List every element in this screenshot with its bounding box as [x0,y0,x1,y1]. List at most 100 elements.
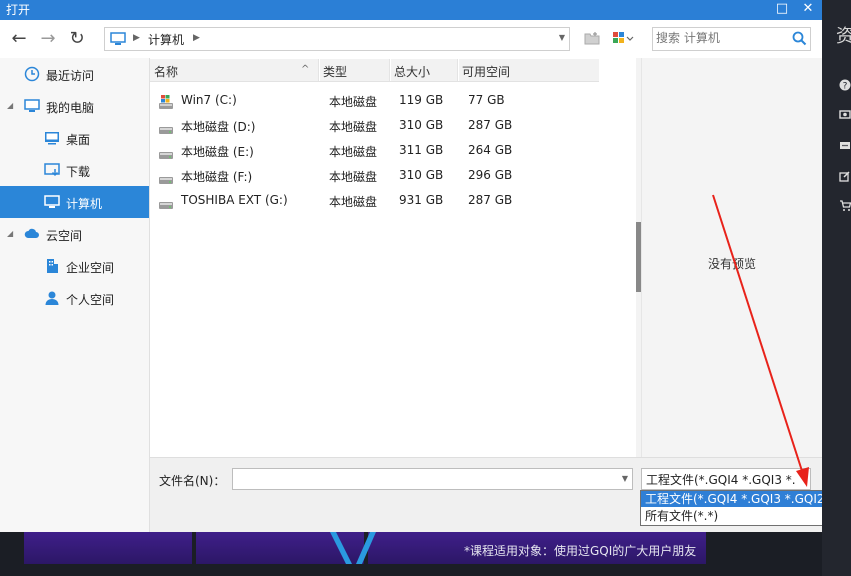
filename-label: 文件名(N)： [159,474,226,488]
filename-combobox[interactable]: ▼ [232,468,633,490]
desktop-icon [44,130,60,146]
maximize-button[interactable]: □ [770,0,794,20]
file-name: 本地磁盘 (D:) [181,120,256,134]
sidebar-item-label: 云空间 [46,229,83,243]
expand-icon[interactable]: ◢ [7,101,13,110]
help-icon[interactable]: ? [838,79,851,92]
search-box[interactable] [652,27,811,51]
sidebar-item-label: 个人空间 [66,293,115,307]
free-space: 264 GB [468,143,513,157]
clock-icon [24,66,40,82]
column-divider[interactable] [318,59,320,81]
sidebar-item-enterprise-space[interactable]: 企业空间 [0,250,149,282]
breadcrumb-separator[interactable]: ▶ [133,33,140,43]
drive-icon [158,169,174,188]
person-icon [44,290,60,306]
list-header: 名称 ^ 类型 总大小 可用空间 [150,59,599,82]
column-divider[interactable] [457,59,459,81]
free-space: 287 GB [468,118,513,132]
file-name: 本地磁盘 (E:) [181,145,254,159]
background-app-title: 资 [836,26,851,47]
expand-icon[interactable]: ◢ [7,229,13,238]
table-row[interactable]: Win7 (C:) 本地磁盘 119 GB 77 GB [150,88,636,113]
banner-tile [24,532,192,564]
chevron-down-icon[interactable]: ▼ [622,474,628,483]
filetype-select[interactable]: 工程文件(*.GQI4 *.GQI3 *. [641,468,811,490]
drive-icon [158,119,174,138]
address-bar[interactable]: ▶ 计算机 ▶ ▼ [104,27,570,51]
cloud-icon [24,226,40,242]
table-row[interactable]: 本地磁盘 (F:) 本地磁盘 310 GB 296 GB [150,163,636,188]
file-name: TOSHIBA EXT (G:) [181,193,288,207]
edit-icon[interactable] [838,170,851,182]
camera-icon[interactable] [838,108,851,120]
drive-icon [158,144,174,163]
background-app-sidebar: 资 ? [822,0,851,576]
total-size: 311 GB [399,143,444,157]
search-icon[interactable] [792,31,807,49]
dialog-title: 打开 [6,3,31,17]
navigation-sidebar: 最近访问 ◢ 我的电脑 桌面 下载 计算机 ◢ 云空间 企业空间 个人空间 [0,58,150,532]
drive-icon [158,194,174,213]
forward-button[interactable]: → [37,28,59,50]
cart-icon[interactable] [838,200,851,212]
filetype-dropdown-list: 工程文件(*.GQI4 *.GQI3 *.GQI2) 所有文件(*.*) [640,490,829,526]
file-type: 本地磁盘 [329,145,378,159]
column-divider[interactable] [389,59,391,81]
new-folder-icon[interactable] [584,31,600,45]
sidebar-item-cloud-space[interactable]: ◢ 云空间 [0,218,149,250]
no-preview-text: 没有预览 [708,257,757,271]
table-row[interactable]: TOSHIBA EXT (G:) 本地磁盘 931 GB 287 GB [150,188,636,213]
sidebar-item-label: 下载 [66,165,91,179]
column-header-type[interactable]: 类型 [323,63,347,80]
file-type: 本地磁盘 [329,95,378,109]
sidebar-item-label: 桌面 [66,133,91,147]
svg-text:?: ? [843,82,848,92]
message-icon[interactable] [838,140,851,152]
sidebar-item-desktop[interactable]: 桌面 [0,122,149,154]
total-size: 310 GB [399,118,444,132]
search-input[interactable] [656,30,786,46]
sidebar-item-recent[interactable]: 最近访问 [0,58,149,90]
file-type: 本地磁盘 [329,170,378,184]
table-row[interactable]: 本地磁盘 (E:) 本地磁盘 311 GB 264 GB [150,138,636,163]
banner-v-graphic [330,532,376,564]
back-button[interactable]: ← [8,28,30,50]
breadcrumb-separator[interactable]: ▶ [193,33,200,43]
sidebar-item-personal-space[interactable]: 个人空间 [0,282,149,314]
filename-input[interactable] [235,471,605,486]
sort-ascending-icon: ^ [301,64,310,75]
sidebar-item-downloads[interactable]: 下载 [0,154,149,186]
file-type: 本地磁盘 [329,120,378,134]
total-size: 931 GB [399,193,444,207]
breadcrumb-computer[interactable]: 计算机 [148,31,184,48]
computer-icon [110,32,126,49]
dialog-titlebar: 打开 □ ✕ [0,0,822,20]
download-icon [44,162,60,178]
file-name: Win7 (C:) [181,93,237,107]
filetype-option-project[interactable]: 工程文件(*.GQI4 *.GQI3 *.GQI2) [641,491,829,507]
column-header-name[interactable]: 名称 [154,63,178,80]
sidebar-item-label: 最近访问 [46,69,95,83]
column-header-total-size[interactable]: 总大小 [394,63,430,80]
open-file-dialog: 打开 □ ✕ ← → ↻ ▶ 计算机 ▶ ▼ 最近访问 ◢ [0,0,829,533]
table-row[interactable]: 本地磁盘 (D:) 本地磁盘 310 GB 287 GB [150,113,636,138]
file-name: 本地磁盘 (F:) [181,170,253,184]
sidebar-item-my-computer[interactable]: ◢ 我的电脑 [0,90,149,122]
view-mode-icon[interactable] [612,31,634,45]
file-list: 名称 ^ 类型 总大小 可用空间 Win7 (C:) 本地磁盘 119 GB 7… [150,58,636,457]
total-size: 119 GB [399,93,444,107]
preview-pane: 没有预览 [641,58,823,457]
total-size: 310 GB [399,168,444,182]
free-space: 287 GB [468,193,513,207]
close-button[interactable]: ✕ [796,0,820,20]
refresh-button[interactable]: ↻ [66,28,88,50]
filetype-selected-value: 工程文件(*.GQI4 *.GQI3 *. [646,473,796,487]
free-space: 296 GB [468,168,513,182]
filetype-option-all[interactable]: 所有文件(*.*) [641,508,825,524]
background-course-banner: *课程适用对象：使用过GQI的广大用户朋友 [0,532,822,576]
chevron-down-icon[interactable]: ▼ [559,33,565,42]
sidebar-item-computer[interactable]: 计算机 [0,186,149,218]
windows-drive-icon [158,94,174,113]
column-header-free-space[interactable]: 可用空间 [462,63,510,80]
